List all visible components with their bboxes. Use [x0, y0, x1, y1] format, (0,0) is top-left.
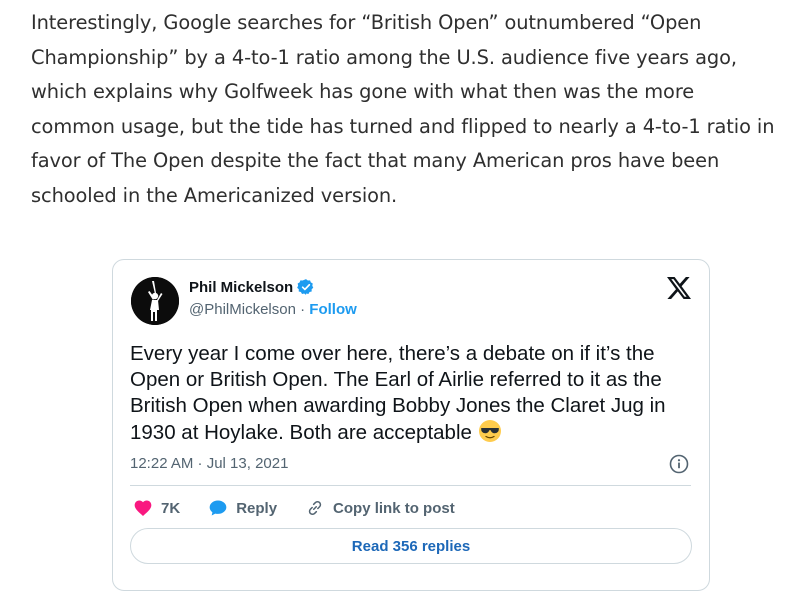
tweet-actions: 7K Reply Copy link to post: [133, 498, 483, 518]
copy-link-label: Copy link to post: [333, 499, 455, 517]
heart-icon: [134, 500, 152, 516]
avatar[interactable]: [131, 277, 179, 325]
sunglasses-emoji-icon: [478, 420, 501, 442]
handle-row: @PhilMickelson · Follow: [189, 301, 357, 318]
author-name[interactable]: Phil Mickelson: [189, 278, 315, 296]
author-name-text[interactable]: Phil Mickelson: [189, 279, 293, 296]
verified-badge-icon: [297, 279, 314, 295]
reply-label: Reply: [236, 499, 278, 517]
reply-button[interactable]: Reply: [208, 498, 277, 518]
like-count: 7K: [161, 499, 181, 517]
follow-button[interactable]: Follow: [309, 301, 357, 318]
separator-dot: ·: [300, 301, 306, 318]
info-icon[interactable]: [669, 454, 689, 474]
link-icon: [308, 500, 322, 516]
article-paragraph: Interestingly, Google searches for “Brit…: [31, 11, 775, 207]
x-logo-icon[interactable]: [667, 277, 691, 299]
read-replies-label: Read 356 replies: [351, 537, 471, 555]
divider: [130, 485, 691, 486]
tweet-text-body: Every year I come over here, there’s a d…: [130, 342, 666, 444]
tweet-timestamp[interactable]: 12:22 AM · Jul 13, 2021: [130, 455, 288, 472]
author-handle[interactable]: @PhilMickelson: [189, 301, 296, 318]
tweet-text: Every year I come over here, there’s a d…: [130, 341, 695, 446]
embedded-tweet-card[interactable]: Phil Mickelson @PhilMickelson · Follow E…: [112, 259, 710, 591]
copy-link-button[interactable]: Copy link to post: [305, 498, 455, 518]
read-replies-button[interactable]: Read 356 replies: [130, 528, 692, 564]
reply-bubble-icon: [209, 500, 227, 516]
golfer-silhouette-icon: [131, 277, 179, 325]
like-button[interactable]: 7K: [133, 498, 180, 518]
